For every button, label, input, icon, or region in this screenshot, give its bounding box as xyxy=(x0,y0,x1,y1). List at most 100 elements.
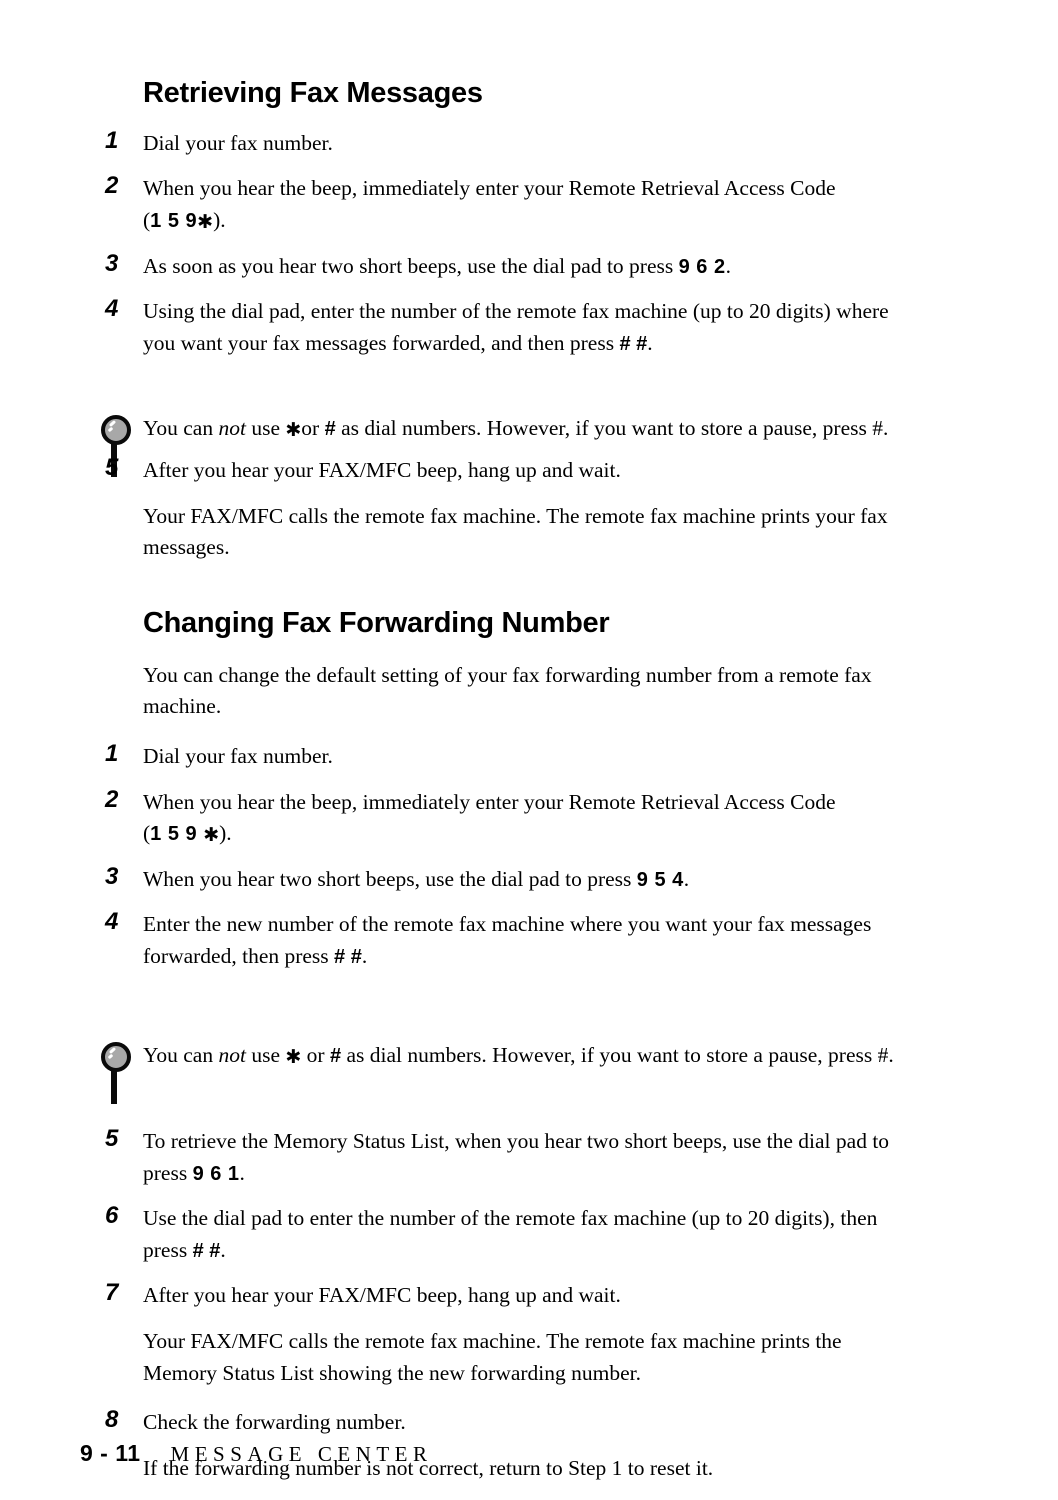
remote-access-code: 1 5 9 xyxy=(150,823,204,846)
note-icon-bulb xyxy=(101,415,131,446)
step-text: Dial your fax number. xyxy=(143,743,333,768)
step-number: 4 xyxy=(105,908,119,936)
step-text-before: As soon as you hear two short beeps, use… xyxy=(143,253,679,278)
note-text-b: use xyxy=(245,1043,286,1068)
asterisk-key-icon: ✱ xyxy=(285,419,302,442)
step-item: 5 After you hear your FAX/MFC beep, hang… xyxy=(105,454,915,487)
document-page: Retrieving Fax Messages 1 Dial your fax … xyxy=(0,0,1058,1500)
note-text-b: use xyxy=(245,416,286,441)
step-number: 5 xyxy=(105,1125,119,1153)
step-item: 1 Dial your fax number. xyxy=(105,126,915,160)
section-intro-paragraph: You can change the default setting of yo… xyxy=(143,662,872,719)
asterisk-key-icon: ✱ xyxy=(285,1046,302,1069)
dial-pad-keys: 9 5 4 xyxy=(636,868,684,891)
section-heading-retrieving-fax-messages: Retrieving Fax Messages xyxy=(143,77,483,109)
step-text: After you hear your FAX/MFC beep, hang u… xyxy=(143,1283,621,1308)
note-text-d: as dial numbers. However, if you want to… xyxy=(335,416,889,441)
note-icon-stem xyxy=(111,1071,117,1105)
note-text: You can not use ✱ or # as dial numbers. … xyxy=(143,1043,894,1068)
step-number: 7 xyxy=(105,1279,119,1307)
section-paragraph: Your FAX/MFC calls the remote fax machin… xyxy=(143,503,888,560)
asterisk-key-icon: ✱ xyxy=(203,824,220,847)
step-item: 4 Enter the new number of the remote fax… xyxy=(105,908,915,972)
step-number: 4 xyxy=(105,295,119,323)
step-item: 2 When you hear the beep, immediately en… xyxy=(105,172,915,236)
note-emphasis-not: not xyxy=(218,416,246,441)
step-text: Check the forwarding number. xyxy=(143,1410,406,1435)
step-number: 2 xyxy=(105,172,119,200)
step-text-after: . xyxy=(725,253,731,278)
step-text-before: To retrieve the Memory Status List, when… xyxy=(143,1129,890,1185)
step-text: Using the dial pad, enter the number of … xyxy=(143,299,889,355)
note-text: You can not use ✱or # as dial numbers. H… xyxy=(143,416,889,441)
note-text-d: as dial numbers. However, if you want to… xyxy=(341,1043,894,1068)
step-text: Enter the new number of the remote fax m… xyxy=(143,912,871,968)
dial-pad-keys: # # xyxy=(334,945,362,968)
step-item: 8 Check the forwarding number. xyxy=(105,1406,915,1439)
note-text-c: or xyxy=(301,416,325,441)
step-item: 5 To retrieve the Memory Status List, wh… xyxy=(105,1125,915,1189)
note-text-a: You can xyxy=(143,416,219,441)
note-block: You can not use ✱ or # as dial numbers. … xyxy=(101,1040,915,1105)
dial-pad-keys: 9 6 2 xyxy=(678,255,726,278)
hash-key: # xyxy=(324,418,336,441)
page-footer: 9 - 11 MESSAGE CENTER xyxy=(80,1440,432,1467)
note-emphasis-not: not xyxy=(218,1043,246,1068)
dial-pad-keys: # # xyxy=(192,1239,221,1262)
section-paragraph: Your FAX/MFC calls the remote fax machin… xyxy=(143,1329,842,1385)
step-item: 2 When you hear the beep, immediately en… xyxy=(105,785,915,850)
code-paren-close: ). xyxy=(219,821,232,846)
step-text-line1: When you hear the beep, immediately ente… xyxy=(143,789,836,814)
remote-access-code: 1 5 9 xyxy=(150,210,198,233)
note-text-c: or xyxy=(301,1043,330,1068)
step-text: As soon as you hear two short beeps, use… xyxy=(143,254,731,278)
step-text: After you hear your FAX/MFC beep, hang u… xyxy=(143,458,621,483)
step-number: 2 xyxy=(105,785,119,813)
step-item: 3 When you hear two short beeps, use the… xyxy=(105,862,915,896)
step-text-before: Use the dial pad to enter the number of … xyxy=(143,1206,878,1262)
step-text-after: . xyxy=(220,1237,226,1262)
step-text: When you hear the beep, immediately ente… xyxy=(143,789,836,847)
section-heading-changing-fax-forwarding-number: Changing Fax Forwarding Number xyxy=(143,606,610,639)
step-item: 4 Using the dial pad, enter the number o… xyxy=(105,295,915,359)
step-number: 5 xyxy=(105,454,119,482)
step-item: 1 Dial your fax number. xyxy=(105,739,915,773)
dial-pad-keys: 9 6 1 xyxy=(192,1162,240,1185)
step-text-line1: When you hear the beep, immediately ente… xyxy=(143,176,836,201)
step-number: 1 xyxy=(105,739,119,767)
step-text-before: Enter the new number of the remote fax m… xyxy=(143,912,872,968)
note-text-a: You can xyxy=(143,1043,219,1068)
dial-pad-keys: # # xyxy=(619,332,648,355)
footer-chapter-title: MESSAGE CENTER xyxy=(170,1442,433,1466)
code-paren-close: ). xyxy=(213,208,226,233)
note-tip-icon xyxy=(99,1042,133,1108)
note-icon-bulb xyxy=(101,1042,131,1073)
step-text: To retrieve the Memory Status List, when… xyxy=(143,1129,889,1185)
step-item: 6 Use the dial pad to enter the number o… xyxy=(105,1202,915,1266)
step-text: Dial your fax number. xyxy=(143,130,333,155)
step-text-after: . xyxy=(647,330,653,355)
step-text-after: . xyxy=(239,1160,245,1185)
step-text-after: . xyxy=(361,943,368,968)
step-text-before: When you hear two short beeps, use the d… xyxy=(143,866,637,891)
step-number: 3 xyxy=(105,249,119,277)
step-text-before: Using the dial pad, enter the number of … xyxy=(143,299,889,355)
step-number: 3 xyxy=(105,862,119,890)
step-item: 7 After you hear your FAX/MFC beep, hang… xyxy=(105,1279,915,1312)
step-number: 6 xyxy=(105,1202,119,1230)
step-text: Use the dial pad to enter the number of … xyxy=(143,1206,877,1262)
page-number: 9 - 11 xyxy=(80,1440,141,1466)
step-number: 1 xyxy=(105,126,119,154)
asterisk-key-icon: ✱ xyxy=(197,211,214,234)
hash-key: # xyxy=(329,1045,342,1068)
note-block: You can not use ✱or # as dial numbers. H… xyxy=(101,413,915,478)
step-number: 8 xyxy=(105,1406,119,1434)
page-content: Retrieving Fax Messages 1 Dial your fax … xyxy=(101,77,915,1484)
step-text: When you hear the beep, immediately ente… xyxy=(143,176,836,233)
